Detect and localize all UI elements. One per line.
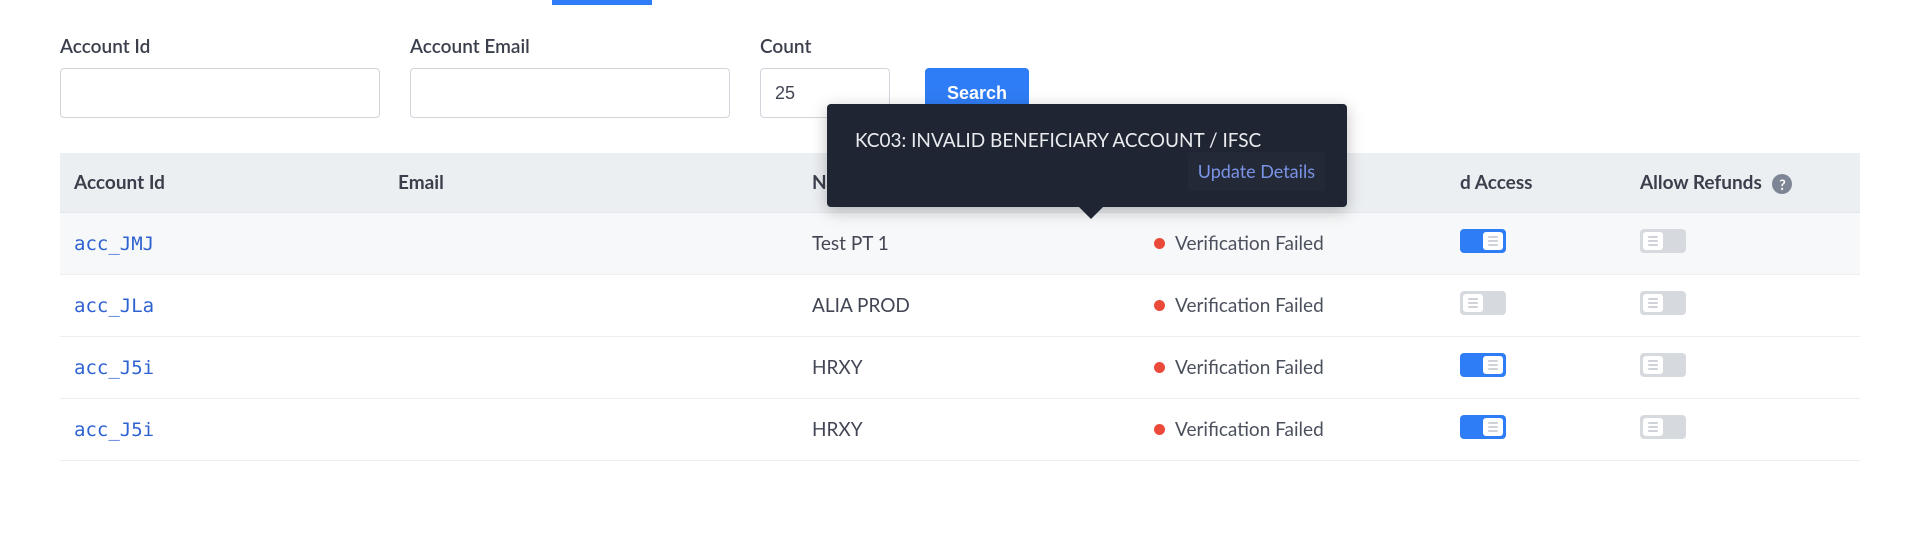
name-cell: HRXY [798,399,1140,461]
allow-refunds-toggle[interactable] [1640,415,1686,439]
tooltip-arrow-icon [1077,205,1105,219]
toggle-knob-icon [1643,232,1663,250]
header-allow-refunds-text: Allow Refunds [1640,171,1762,194]
status-text: Verification Failed [1175,294,1324,317]
dashboard-access-toggle[interactable] [1460,291,1506,315]
allow-refunds-toggle[interactable] [1640,291,1686,315]
status-text: Verification Failed [1175,232,1324,255]
account-id-label: Account Id [60,35,380,58]
accounts-table-container: KC03: INVALID BENEFICIARY ACCOUNT / IFSC… [12,153,1908,461]
toggle-knob-icon [1643,418,1663,436]
header-email: Email [384,153,798,213]
email-cell [384,337,798,399]
name-cell: HRXY [798,337,1140,399]
status-dot-icon [1154,238,1165,249]
status-cell[interactable]: Verification Failed [1154,232,1432,255]
account-id-link[interactable]: acc_J5i [74,357,154,379]
allow-refunds-toggle[interactable] [1640,229,1686,253]
active-tab-indicator [552,0,652,5]
table-row: acc_J5i HRXY Verification Failed [60,337,1860,399]
status-text: Verification Failed [1175,418,1324,441]
toggle-knob-icon [1463,294,1483,312]
account-id-link[interactable]: acc_J5i [74,419,154,441]
email-cell [384,275,798,337]
table-row: acc_JMJ Test PT 1 Verification Failed [60,213,1860,275]
account-email-label: Account Email [410,35,730,58]
status-tooltip: KC03: INVALID BENEFICIARY ACCOUNT / IFSC… [827,104,1347,207]
toggle-knob-icon [1483,418,1503,436]
count-label: Count [760,35,890,58]
tooltip-update-details-link[interactable]: Update Details [1188,152,1325,192]
status-dot-icon [1154,362,1165,373]
tooltip-message: KC03: INVALID BENEFICIARY ACCOUNT / IFSC [855,129,1261,152]
toggle-knob-icon [1483,232,1503,250]
status-dot-icon [1154,424,1165,435]
status-dot-icon [1154,300,1165,311]
email-cell [384,399,798,461]
name-cell: Test PT 1 [798,213,1140,275]
account-id-link[interactable]: acc_JLa [74,295,154,317]
status-cell[interactable]: Verification Failed [1154,418,1432,441]
header-allow-refunds: Allow Refunds ? [1626,153,1860,213]
name-cell: ALIA PROD [798,275,1140,337]
account-email-field-group: Account Email [410,35,730,118]
header-account-id: Account Id [60,153,384,213]
table-row: acc_JLa ALIA PROD Verification Failed [60,275,1860,337]
account-id-link[interactable]: acc_JMJ [74,233,154,255]
toggle-knob-icon [1643,294,1663,312]
help-icon[interactable]: ? [1772,174,1792,194]
toggle-knob-icon [1643,356,1663,374]
status-cell[interactable]: Verification Failed [1154,356,1432,379]
dashboard-access-toggle[interactable] [1460,229,1506,253]
allow-refunds-toggle[interactable] [1640,353,1686,377]
dashboard-access-toggle[interactable] [1460,415,1506,439]
account-id-field-group: Account Id [60,35,380,118]
account-id-input[interactable] [60,68,380,118]
status-cell[interactable]: Verification Failed [1154,294,1432,317]
status-text: Verification Failed [1175,356,1324,379]
email-cell [384,213,798,275]
dashboard-access-toggle[interactable] [1460,353,1506,377]
header-dashboard-access: d Access [1446,153,1626,213]
table-row: acc_J5i HRXY Verification Failed [60,399,1860,461]
toggle-knob-icon [1483,356,1503,374]
account-email-input[interactable] [410,68,730,118]
